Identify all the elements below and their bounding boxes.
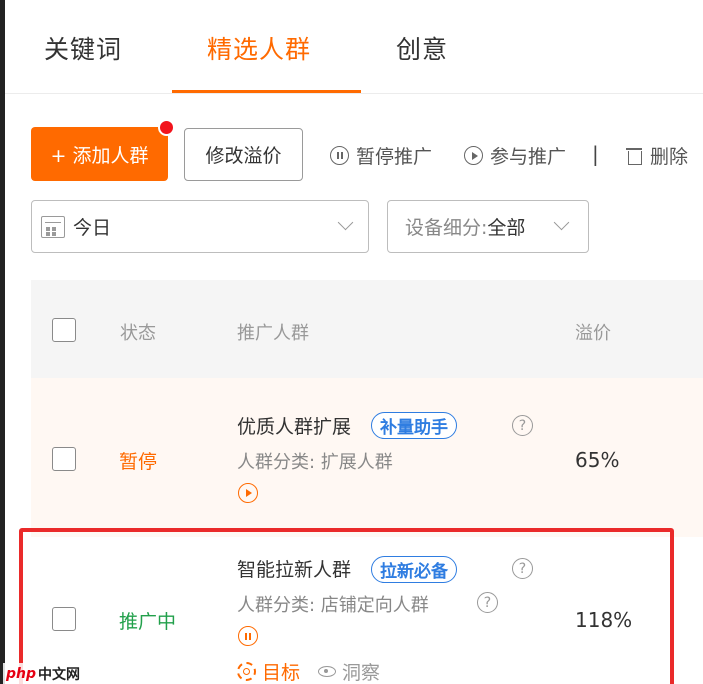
device-breakdown-label: 设备细分: xyxy=(405,217,488,239)
row-checkbox[interactable] xyxy=(52,607,76,631)
audience-tag: 拉新必备 xyxy=(371,556,457,583)
audience-tag: 补量助手 xyxy=(371,412,457,439)
column-audience: 推广人群 xyxy=(237,323,309,344)
play-icon xyxy=(464,146,483,165)
toolbar-separator: | xyxy=(592,142,599,166)
notification-dot xyxy=(158,119,175,136)
premium-value: 65% xyxy=(575,448,620,472)
tab-bar: 关键词 精选人群 创意 xyxy=(5,0,703,94)
row-checkbox[interactable] xyxy=(52,447,76,471)
device-breakdown-select[interactable]: 设备细分: 全部 xyxy=(387,200,589,253)
trash-icon xyxy=(626,146,642,165)
column-status: 状态 xyxy=(120,323,156,344)
chevron-down-icon xyxy=(337,214,354,231)
pause-promotion-label: 暂停推广 xyxy=(356,146,433,168)
chevron-down-icon xyxy=(553,214,570,231)
device-breakdown-value: 全部 xyxy=(487,217,526,239)
help-icon[interactable]: ? xyxy=(512,558,533,579)
select-all-checkbox[interactable] xyxy=(52,318,76,342)
calendar-icon xyxy=(41,215,65,238)
insight-label: 洞察 xyxy=(342,662,381,684)
help-icon[interactable]: ? xyxy=(512,415,533,436)
date-range-value: 今日 xyxy=(73,217,112,239)
edit-premium-button[interactable]: 修改溢价 xyxy=(184,128,303,181)
audience-category: 人群分类: 扩展人群 xyxy=(237,452,393,473)
join-promotion-button[interactable]: 参与推广 xyxy=(464,142,566,169)
tab-keywords[interactable]: 关键词 xyxy=(44,30,122,66)
target-link[interactable]: 目标 xyxy=(237,658,300,684)
tab-creative[interactable]: 创意 xyxy=(396,30,448,66)
insight-link[interactable]: 洞察 xyxy=(318,658,380,684)
gear-icon xyxy=(237,662,256,681)
eye-icon xyxy=(318,666,336,677)
delete-label: 删除 xyxy=(650,146,689,168)
help-icon[interactable]: ? xyxy=(477,592,498,613)
status-text: 暂停 xyxy=(119,451,158,473)
resume-icon[interactable] xyxy=(238,483,258,503)
status-text: 推广中 xyxy=(119,611,177,633)
audience-name: 优质人群扩展 xyxy=(237,416,352,438)
left-edge-border xyxy=(0,0,5,684)
target-label: 目标 xyxy=(262,662,301,684)
add-audience-label: + 添加人群 xyxy=(50,144,149,167)
table-row: 暂停 优质人群扩展 补量助手 ? 人群分类: 扩展人群 65% xyxy=(31,378,703,537)
pause-icon xyxy=(330,146,349,165)
date-range-select[interactable]: 今日 xyxy=(31,200,369,253)
pause-promotion-button[interactable]: 暂停推广 xyxy=(330,142,432,169)
audience-category: 人群分类: 店铺定向人群 xyxy=(237,595,429,616)
table-row: 推广中 智能拉新人群 拉新必备 ? 人群分类: 店铺定向人群 ? 118% 目标… xyxy=(31,537,703,684)
active-tab-indicator xyxy=(172,90,361,93)
table-header: 状态 推广人群 溢价 xyxy=(31,280,703,378)
delete-button[interactable]: 删除 xyxy=(626,142,688,169)
add-audience-button[interactable]: + 添加人群 xyxy=(31,119,175,181)
audience-name: 智能拉新人群 xyxy=(237,559,352,581)
watermark-mark: php xyxy=(6,666,37,682)
watermark-text: 中文网 xyxy=(38,667,81,683)
pause-icon[interactable] xyxy=(238,626,258,646)
tab-selected-audience[interactable]: 精选人群 xyxy=(207,30,311,66)
join-promotion-label: 参与推广 xyxy=(490,146,567,168)
premium-value: 118% xyxy=(575,608,633,632)
watermark: php 中文网 xyxy=(3,663,84,684)
column-premium: 溢价 xyxy=(575,323,611,344)
